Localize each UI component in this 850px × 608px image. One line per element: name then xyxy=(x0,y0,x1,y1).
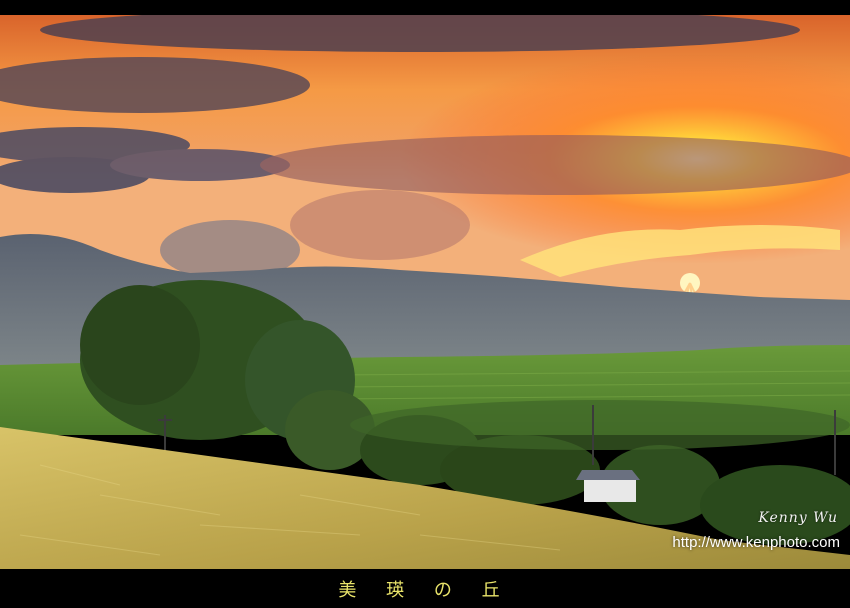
photo-frame: Kenny Wu http://www.kenphoto.com 美 瑛 の 丘 xyxy=(0,0,850,608)
farmhouse xyxy=(576,470,640,502)
landscape-photo xyxy=(0,15,850,569)
photographer-signature: Kenny Wu xyxy=(758,510,838,526)
photo-caption: 美 瑛 の 丘 xyxy=(338,580,512,601)
watermark-url: http://www.kenphoto.com xyxy=(672,534,840,551)
